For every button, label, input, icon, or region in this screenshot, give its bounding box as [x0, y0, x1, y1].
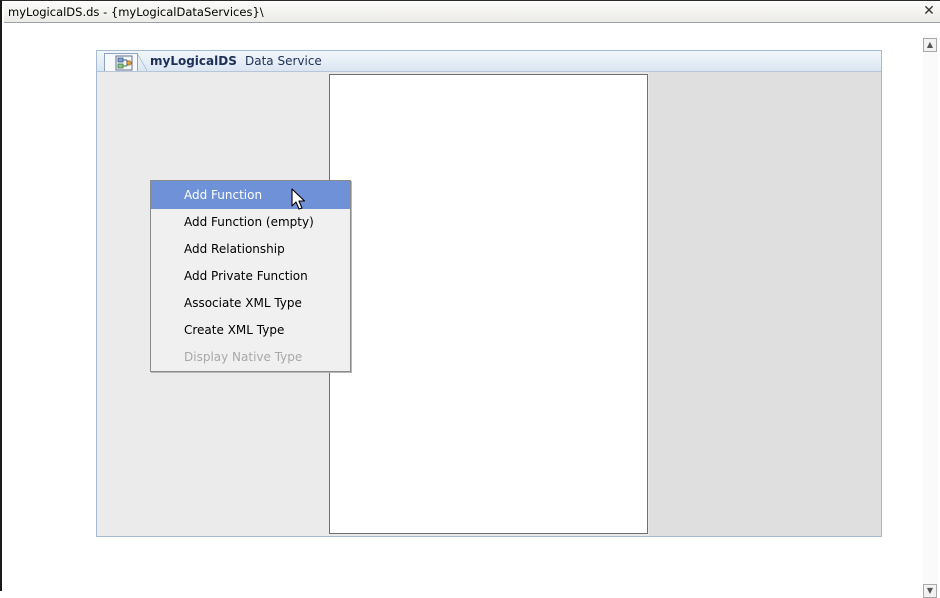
- menu-item-add-private-function[interactable]: Add Private Function: [151, 263, 350, 290]
- menu-item-associate-xml-type[interactable]: Associate XML Type: [151, 290, 350, 317]
- xml-type-canvas[interactable]: [329, 74, 648, 534]
- menu-item-add-function[interactable]: Add Function: [151, 181, 350, 209]
- menu-item-add-function-empty[interactable]: Add Function (empty): [151, 209, 350, 236]
- data-service-icon: [115, 55, 133, 71]
- close-icon[interactable]: ✕: [922, 3, 936, 19]
- panel-tab[interactable]: [104, 53, 138, 71]
- panel-name: myLogicalDS: [150, 54, 237, 68]
- editor-tab-title[interactable]: myLogicalDS.ds - {myLogicalDataServices}…: [8, 5, 264, 19]
- menu-item-add-relationship[interactable]: Add Relationship: [151, 236, 350, 263]
- tab-divider: [137, 53, 147, 71]
- context-menu: Add Function Add Function (empty) Add Re…: [150, 180, 351, 372]
- editor-window: myLogicalDS.ds - {myLogicalDataServices}…: [0, 0, 940, 598]
- panel-type-label: Data Service: [245, 54, 322, 68]
- panel-header: myLogicalDS Data Service: [97, 51, 881, 72]
- vertical-scrollbar[interactable]: ▲ ▼: [923, 34, 938, 598]
- menu-item-display-native-type: Display Native Type: [184, 350, 303, 364]
- editor-tab-titlebar: myLogicalDS.ds - {myLogicalDataServices}…: [4, 2, 940, 23]
- mouse-cursor-icon: [291, 188, 306, 210]
- scroll-down-button[interactable]: ▼: [923, 584, 937, 598]
- relationships-zone[interactable]: [649, 72, 881, 536]
- scroll-up-button[interactable]: ▲: [923, 38, 937, 52]
- menu-item-create-xml-type[interactable]: Create XML Type: [151, 317, 350, 344]
